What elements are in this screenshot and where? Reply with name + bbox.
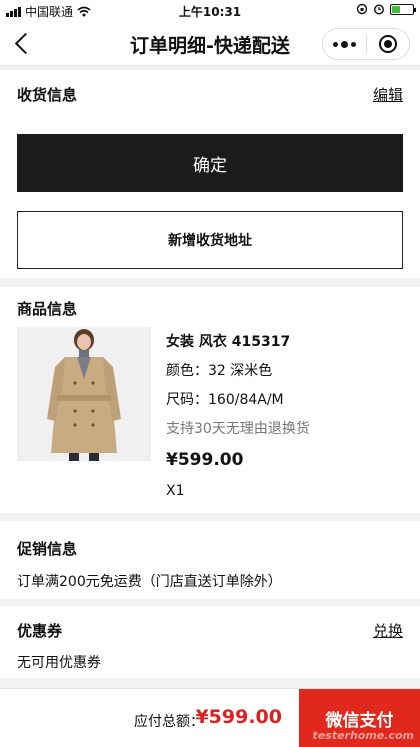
wechat-pay-button[interactable]: 微信支付 testerhome.com <box>299 689 420 747</box>
promo-text: 订单满200元免运费（门店直送订单除外） <box>17 574 282 590</box>
product-section: 商品信息 女装 风衣 415317 颜色：32 深米色 尺码：160/84A/M… <box>0 287 420 513</box>
add-address-button[interactable]: 新增收货地址 <box>17 211 403 269</box>
return-policy: 支持30天无理由退换货 <box>166 421 310 437</box>
trench-coat-image <box>17 327 151 461</box>
battery-icon <box>390 3 416 15</box>
product-price: ¥599.00 <box>166 450 244 470</box>
total-amount: ¥599.00 <box>195 706 282 728</box>
status-bar: 中国联通 上午10:31 <box>0 0 420 22</box>
promo-title: 促销信息 <box>17 540 78 558</box>
product-title: 商品信息 <box>17 300 78 318</box>
product-color: 颜色：32 深米色 <box>166 363 273 379</box>
shipping-title: 收货信息 <box>17 86 78 104</box>
coupon-title: 优惠券 <box>17 622 63 640</box>
edit-link[interactable]: 编辑 <box>373 84 403 105</box>
close-mini-program-button[interactable] <box>367 29 410 59</box>
product-name: 女装 风衣 415317 <box>166 334 291 350</box>
product-image[interactable] <box>17 327 151 461</box>
product-quantity: X1 <box>166 483 185 499</box>
redeem-link[interactable]: 兑换 <box>373 620 403 641</box>
shipping-section: 收货信息 编辑 确定 新增收货地址 <box>0 70 420 278</box>
coupon-section: 优惠券 兑换 无可用优惠券 <box>0 606 420 678</box>
mini-program-capsule <box>322 28 410 60</box>
target-icon <box>378 35 397 53</box>
total-label: 应付总额： <box>134 714 204 730</box>
promo-section: 促销信息 订单满200元免运费（门店直送订单除外） <box>0 521 420 599</box>
checkout-bar: 应付总额： ¥599.00 微信支付 testerhome.com <box>0 688 420 747</box>
confirm-button[interactable]: 确定 <box>17 134 403 192</box>
alarm-icon <box>373 4 385 15</box>
watermark: testerhome.com <box>312 729 414 742</box>
status-right <box>356 3 416 15</box>
orientation-lock-icon <box>356 3 368 15</box>
product-size: 尺码：160/84A/M <box>166 392 284 408</box>
coupon-text: 无可用优惠券 <box>17 655 101 671</box>
nav-bar: 订单明细-快递配送 <box>0 22 420 66</box>
more-icon <box>332 40 356 48</box>
more-button[interactable] <box>323 29 366 59</box>
pay-button-label: 微信支付 <box>325 711 394 731</box>
